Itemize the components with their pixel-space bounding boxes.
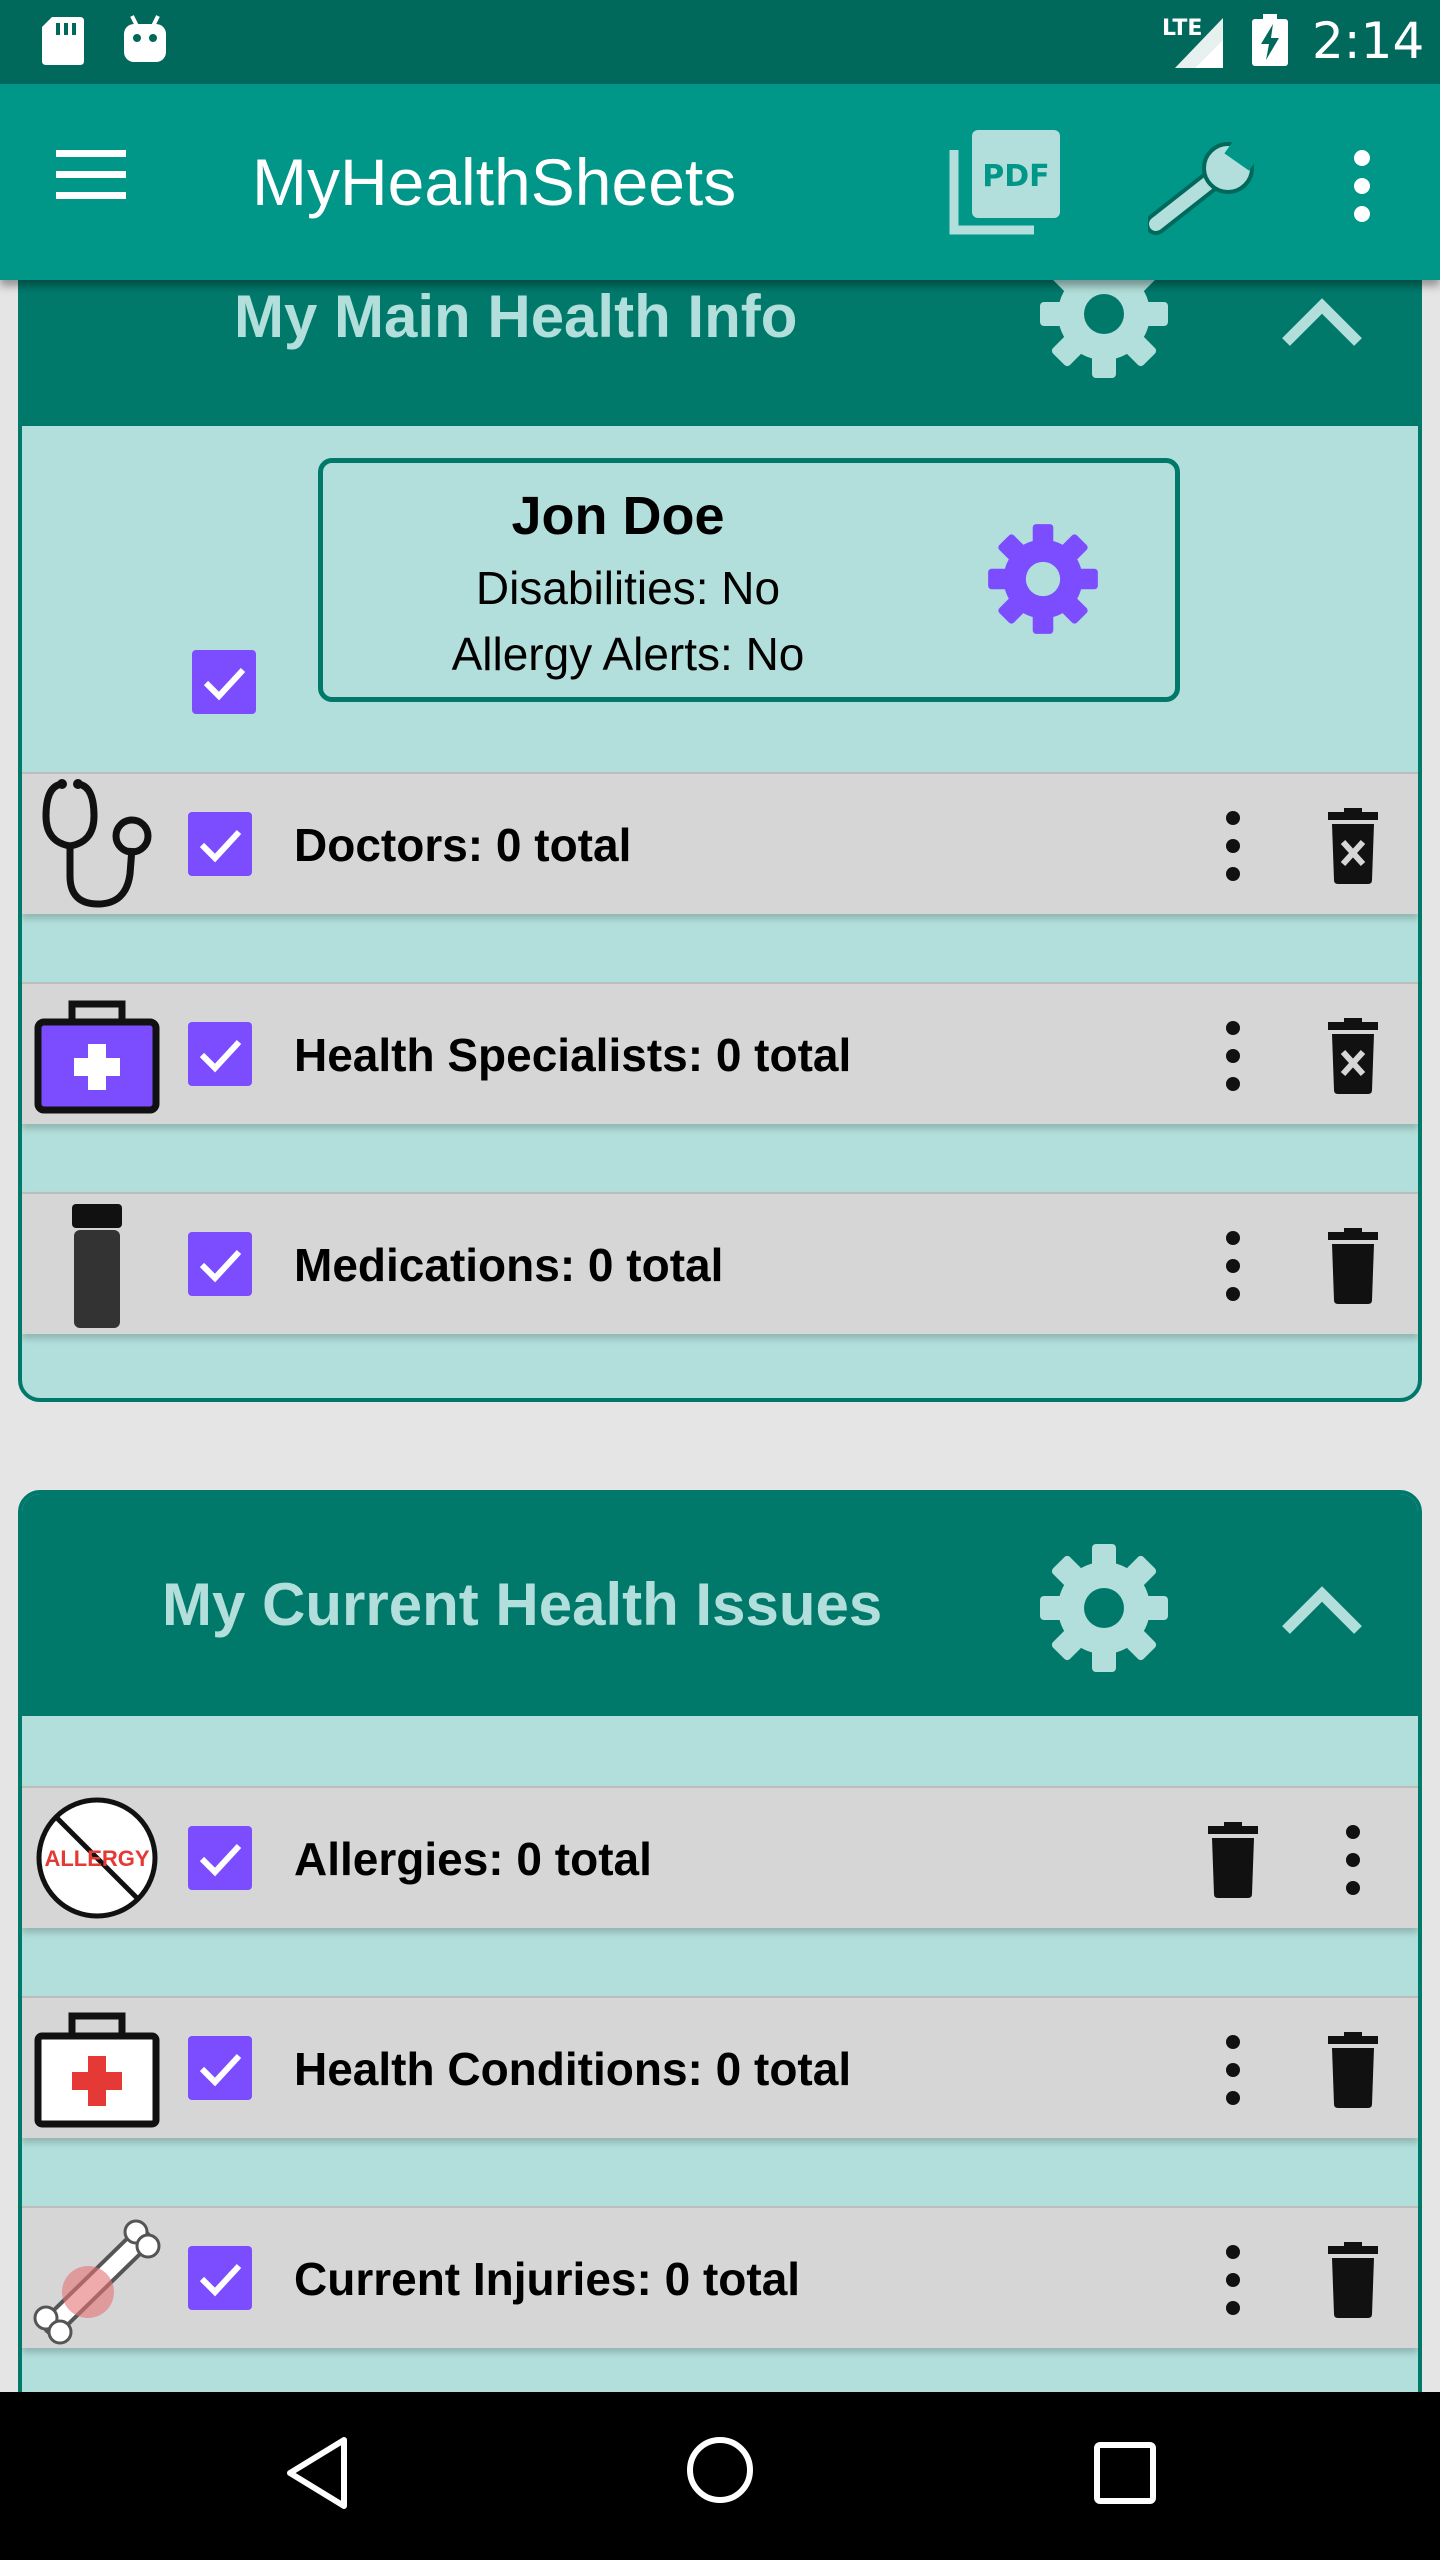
navigation-bar bbox=[0, 2392, 1440, 2560]
pdf-icon[interactable]: PDF bbox=[948, 128, 1064, 238]
battery-charging-icon bbox=[1252, 14, 1288, 71]
card-header[interactable]: My Current Health Issues bbox=[22, 1494, 1418, 1716]
more-vert-icon[interactable] bbox=[1198, 1228, 1268, 1304]
collapse-chevron-up-icon[interactable] bbox=[1272, 1568, 1372, 1648]
signal-icon bbox=[1175, 18, 1223, 73]
row-label: Doctors: 0 total bbox=[294, 819, 632, 871]
delete-icon[interactable] bbox=[1318, 2032, 1388, 2108]
list-item-allergies[interactable]: ALLERGY Allergies: 0 total bbox=[22, 1786, 1418, 1928]
row-label: Health Conditions: 0 total bbox=[294, 2043, 852, 2095]
medical-kit-icon bbox=[32, 986, 162, 1122]
home-icon[interactable] bbox=[684, 2434, 756, 2511]
row-checkbox[interactable] bbox=[188, 2246, 252, 2310]
row-checkbox[interactable] bbox=[188, 1826, 252, 1890]
clock: 2:14 bbox=[1312, 12, 1425, 70]
more-vert-icon[interactable] bbox=[1318, 1822, 1388, 1898]
list-item-health-specialists[interactable]: Health Specialists: 0 total bbox=[22, 982, 1418, 1124]
svg-text:PDF: PDF bbox=[982, 159, 1049, 194]
section-title: My Main Health Info bbox=[234, 283, 798, 350]
more-vert-icon[interactable] bbox=[1198, 1018, 1268, 1094]
delete-icon[interactable] bbox=[1318, 2242, 1388, 2318]
row-label: Health Specialists: 0 total bbox=[294, 1029, 852, 1081]
delete-icon[interactable] bbox=[1198, 1822, 1268, 1898]
profile-name: Jon Doe bbox=[511, 486, 725, 546]
row-label: Current Injuries: 0 total bbox=[294, 2253, 801, 2305]
collapse-chevron-up-icon[interactable] bbox=[1272, 280, 1372, 360]
list-item-current-injuries[interactable]: Current Injuries: 0 total bbox=[22, 2206, 1418, 2348]
row-label: Medications: 0 total bbox=[294, 1239, 724, 1291]
disabilities-status: Disabilities: No bbox=[475, 562, 781, 614]
row-checkbox[interactable] bbox=[188, 1232, 252, 1296]
profile-checkbox[interactable] bbox=[192, 650, 256, 714]
section-title: My Current Health Issues bbox=[162, 1571, 883, 1638]
more-vert-icon[interactable] bbox=[1198, 2032, 1268, 2108]
row-checkbox[interactable] bbox=[188, 1022, 252, 1086]
android-icon bbox=[122, 14, 168, 69]
allergy-alerts-status: Allergy Alerts: No bbox=[451, 628, 805, 680]
sd-card-icon bbox=[42, 17, 84, 70]
svg-text:ALLERGY: ALLERGY bbox=[44, 1846, 149, 1871]
delete-icon[interactable] bbox=[1318, 1228, 1388, 1304]
delete-forever-icon[interactable] bbox=[1318, 808, 1388, 884]
stethoscope-icon bbox=[32, 776, 162, 912]
more-vert-icon[interactable] bbox=[1198, 2242, 1268, 2318]
recents-icon[interactable] bbox=[1092, 2440, 1158, 2511]
list-item-doctors[interactable]: Doctors: 0 total bbox=[22, 772, 1418, 914]
list-item-health-conditions[interactable]: Health Conditions: 0 total bbox=[22, 1996, 1418, 2138]
delete-forever-icon[interactable] bbox=[1318, 1018, 1388, 1094]
main-health-info-card: My Main Health Info Jon Doe Disabilities… bbox=[18, 200, 1422, 1402]
status-bar: LTE 2:14 bbox=[0, 0, 1440, 84]
row-label: Allergies: 0 total bbox=[294, 1833, 652, 1885]
list-item-medications[interactable]: Medications: 0 total bbox=[22, 1192, 1418, 1334]
more-vert-icon[interactable] bbox=[1330, 148, 1394, 224]
row-checkbox[interactable] bbox=[188, 2036, 252, 2100]
more-vert-icon[interactable] bbox=[1198, 808, 1268, 884]
no-allergy-icon: ALLERGY bbox=[32, 1790, 162, 1926]
pill-bottle-icon bbox=[32, 1196, 162, 1332]
broken-bone-icon bbox=[32, 2210, 162, 2346]
row-checkbox[interactable] bbox=[188, 812, 252, 876]
back-icon[interactable] bbox=[282, 2434, 352, 2517]
wrench-icon[interactable] bbox=[1145, 135, 1262, 236]
profile-summary[interactable]: Jon Doe Disabilities: No Allergy Alerts:… bbox=[318, 458, 1180, 702]
app-bar: MyHealthSheets PDF bbox=[0, 84, 1440, 280]
profile-settings-icon[interactable] bbox=[983, 519, 1103, 639]
menu-icon[interactable] bbox=[56, 150, 140, 214]
first-aid-kit-icon bbox=[32, 2000, 162, 2136]
settings-icon[interactable] bbox=[1034, 1538, 1174, 1678]
app-title: MyHealthSheets bbox=[252, 145, 737, 219]
